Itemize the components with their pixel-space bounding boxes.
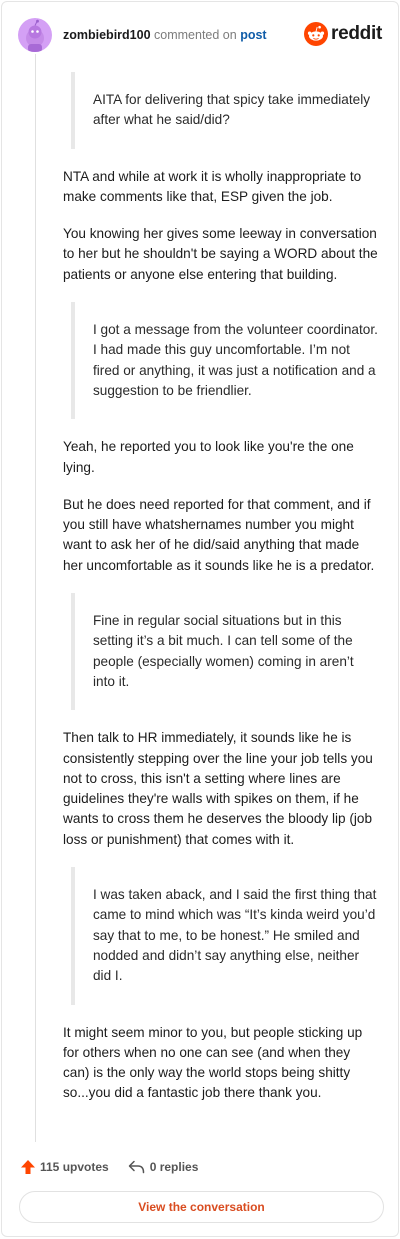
comment-meta: zombiebird100 commented on post	[63, 27, 267, 43]
comment-paragraph: You knowing her gives some leeway in con…	[63, 226, 378, 282]
replies-count: 0 replies	[149, 1160, 199, 1174]
comment-paragraph: Then talk to HR immediately, it sounds l…	[63, 730, 373, 847]
replies-group[interactable]: 0 replies	[128, 1160, 199, 1174]
comment-paragraph: NTA and while at work it is wholly inapp…	[63, 168, 362, 204]
block-quote: AITA for delivering that spicy take imme…	[71, 72, 378, 149]
reddit-brand[interactable]: reddit	[304, 22, 382, 46]
comment-paragraph: Yeah, he reported you to look like you'r…	[63, 439, 354, 475]
post-link[interactable]: post	[240, 28, 266, 42]
username-link[interactable]: zombiebird100	[63, 28, 151, 42]
comment-paragraph: But he does need reported for that comme…	[63, 496, 375, 573]
reddit-logo-icon	[304, 22, 329, 46]
comment-body: AITA for delivering that spicy take imme…	[63, 72, 378, 1121]
comment-paragraph: It might seem minor to you, but people s…	[63, 1024, 363, 1101]
reddit-wordmark: reddit	[331, 23, 382, 44]
upvote-arrow-icon[interactable]	[20, 1159, 36, 1175]
comment-footer: 115 upvotes 0 replies	[20, 1158, 198, 1176]
block-quote: I was taken aback, and I said the first …	[71, 867, 378, 1005]
block-quote: I got a message from the volunteer coord…	[71, 302, 378, 420]
block-quote: Fine in regular social situations but in…	[71, 593, 378, 711]
user-avatar[interactable]	[18, 18, 52, 52]
reply-arrow-icon	[128, 1160, 144, 1174]
upvotes-count: 115 upvotes	[40, 1160, 109, 1174]
comment-header: zombiebird100 commented on post reddit	[18, 18, 382, 52]
thread-line	[35, 54, 36, 1142]
comment-card: zombiebird100 commented on post reddit A…	[1, 1, 399, 1237]
view-conversation-button[interactable]: View the conversation	[19, 1191, 384, 1223]
action-text: commented on	[154, 28, 237, 42]
snoo-avatar-icon	[26, 19, 44, 52]
